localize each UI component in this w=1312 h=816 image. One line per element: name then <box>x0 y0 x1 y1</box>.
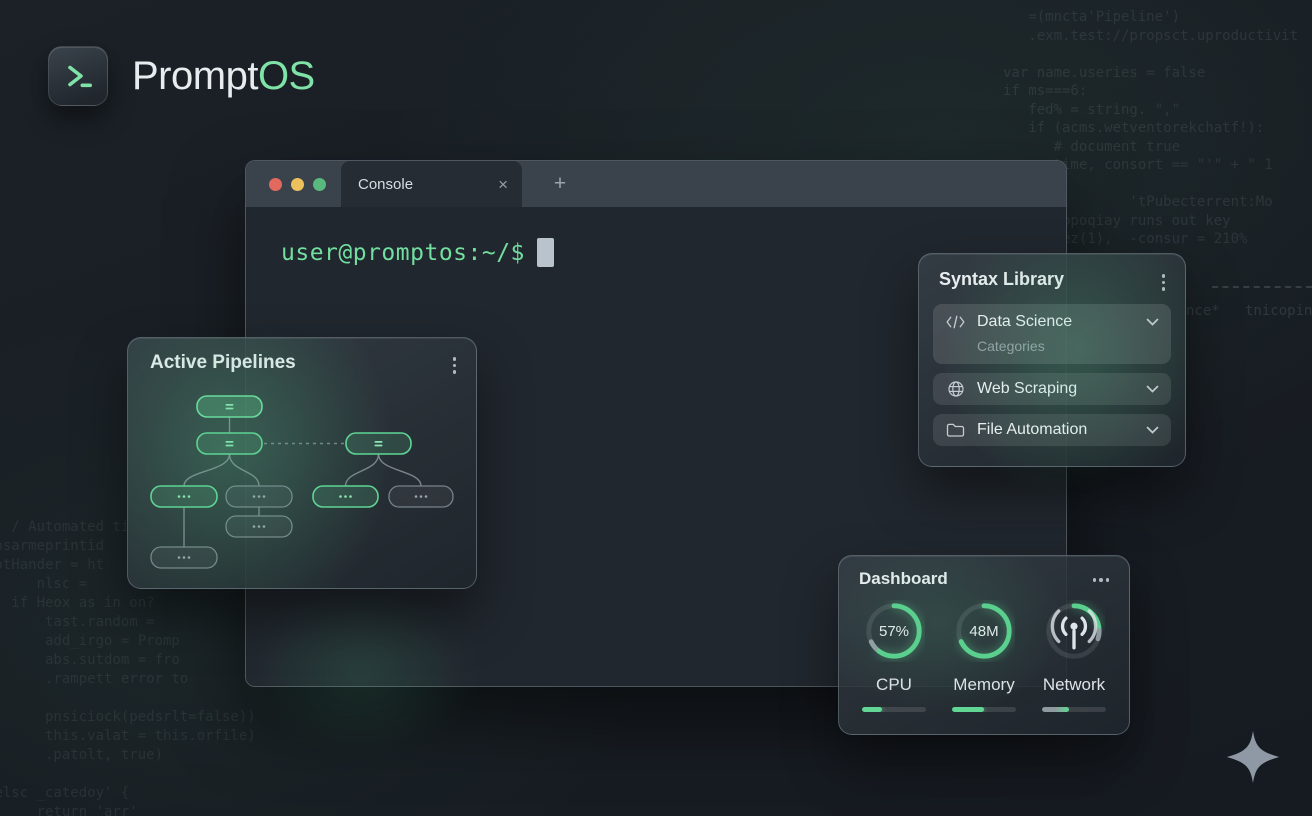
gauge-label: Memory <box>953 675 1015 694</box>
code-icon <box>946 315 965 329</box>
gauge-label: Network <box>1042 675 1106 694</box>
tab-console[interactable]: Console × <box>341 161 522 207</box>
active-pipelines-card: Active Pipelines <box>127 337 477 589</box>
antenna-icon <box>1043 600 1105 662</box>
syntax-library-card: Syntax Library Data Science Categories W… <box>918 253 1186 467</box>
list-item-web-scraping[interactable]: Web Scraping <box>933 373 1171 405</box>
gauge-row: 57% CPU 48M Memory Network <box>849 600 1119 712</box>
list-item-label: File Automation <box>977 421 1088 438</box>
terminal-prompt-line: user@promptos:~/$ <box>281 238 554 267</box>
close-traffic-light[interactable] <box>269 178 282 191</box>
terminal-tab-bar: Console × + <box>246 161 1066 207</box>
chevron-down-icon <box>1146 385 1159 393</box>
brand-accent: OS <box>257 53 315 98</box>
pipeline-connector <box>377 453 422 487</box>
brand: PromptOS <box>48 46 315 106</box>
globe-icon <box>946 380 965 398</box>
pipeline-connector <box>228 453 260 487</box>
mini-progress-bar <box>952 707 1016 712</box>
pipeline-node-right-child-1[interactable] <box>312 485 379 508</box>
pipeline-node-stage-right[interactable] <box>345 432 412 455</box>
pipeline-node-left-leaf[interactable] <box>150 546 218 569</box>
background-code-mid-right: nce* tnicoping <box>1186 303 1312 319</box>
list-item-label: Data Science <box>977 313 1073 330</box>
gauge-value: 48M <box>969 622 999 640</box>
pipeline-connector <box>344 453 380 487</box>
list-item-file-automation[interactable]: File Automation <box>933 414 1171 446</box>
pipeline-node-left-child-2[interactable] <box>225 485 293 508</box>
pipeline-diagram <box>150 395 454 569</box>
prompt-text: user@promptos:~/$ <box>281 239 525 266</box>
terminal-prompt-icon <box>48 46 108 106</box>
dashed-line-decoration <box>1212 286 1312 288</box>
four-point-star-icon <box>1222 726 1284 793</box>
gauge-network: Network <box>1031 600 1117 712</box>
pipeline-node-root[interactable] <box>196 395 263 418</box>
gauge-label: CPU <box>876 675 912 694</box>
pipeline-node-left-grandchild[interactable] <box>225 515 293 538</box>
tab-label: Console <box>358 175 414 193</box>
card-title: Syntax Library <box>939 269 1065 289</box>
stage: =(mncta'Pipeline') .exm.test://propsct.u… <box>0 0 1312 816</box>
folder-icon <box>946 422 965 438</box>
pipeline-node-right-child-2[interactable] <box>388 485 454 508</box>
terminal-cursor <box>536 238 554 267</box>
expand-traffic-light[interactable] <box>313 178 326 191</box>
list-item-data-science[interactable]: Data Science Categories <box>933 304 1171 364</box>
ellipsis-menu-icon[interactable] <box>1089 574 1114 586</box>
gauge-value: 57% <box>878 622 910 640</box>
gauge-memory: 48M Memory <box>941 600 1027 712</box>
chevron-down-icon <box>1146 318 1159 326</box>
brand-primary: Prompt <box>132 53 258 98</box>
close-icon[interactable]: × <box>498 176 508 193</box>
list-item-label: Web Scraping <box>977 380 1078 397</box>
minimize-traffic-light[interactable] <box>291 178 304 191</box>
card-title: Dashboard <box>859 569 948 588</box>
mini-progress-bar <box>862 707 926 712</box>
kebab-menu-icon[interactable] <box>1158 270 1170 295</box>
gauge-cpu: 57% CPU <box>851 600 937 712</box>
new-tab-button[interactable]: + <box>545 161 575 207</box>
pipeline-node-left-child-1[interactable] <box>150 485 218 508</box>
pipeline-connector <box>183 453 231 487</box>
list-item-sublabel: Categories <box>977 338 1045 354</box>
pipeline-node-stage-left[interactable] <box>196 432 263 455</box>
page-title: PromptOS <box>132 54 315 99</box>
mini-progress-bar <box>1042 707 1106 712</box>
chevron-down-icon <box>1146 426 1159 434</box>
dashboard-card: Dashboard 57% CPU 48M Memory Network <box>838 555 1130 735</box>
syntax-library-list: Data Science Categories Web Scraping Fil… <box>933 304 1171 455</box>
